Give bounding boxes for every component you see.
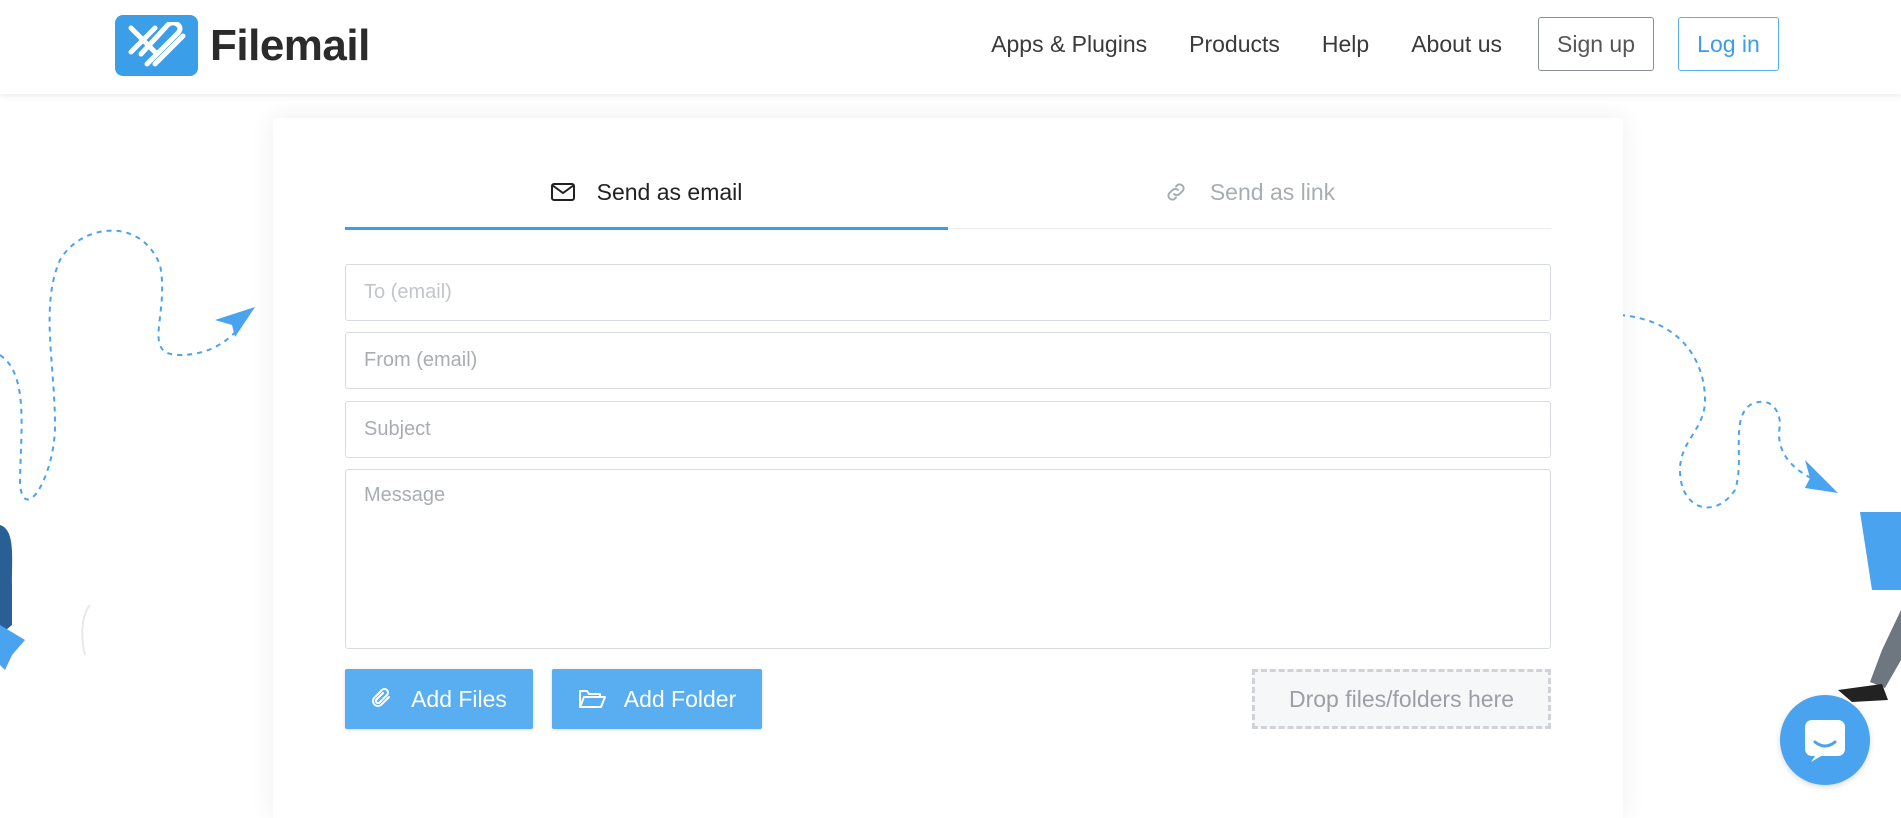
drop-zone[interactable]: Drop files/folders here [1252,669,1551,729]
envelope-icon [550,183,575,201]
right-paper-plane-illustration [1620,314,1901,702]
add-files-button[interactable]: Add Files [345,669,533,729]
tab-send-as-link[interactable]: Send as link [948,156,1551,228]
login-button[interactable]: Log in [1678,17,1779,71]
add-folder-button[interactable]: Add Folder [552,669,762,729]
top-header: Filemail Apps & Plugins Products Help Ab… [0,0,1901,94]
filemail-logo-icon [115,15,198,76]
tab-send-as-email[interactable]: Send as email [345,156,948,230]
signup-button[interactable]: Sign up [1538,17,1654,71]
tab-label: Send as email [596,178,743,205]
brand-name: Filemail [210,20,370,70]
to-email-input[interactable] [345,264,1551,321]
paperclip-icon [372,687,391,707]
add-folder-label: Add Folder [623,685,737,712]
folder-open-icon [578,690,606,708]
add-files-label: Add Files [411,685,507,712]
message-textarea[interactable] [345,469,1551,649]
nav-about-us[interactable]: About us [1411,16,1502,72]
send-mode-tabs: Send as email Send as link [345,156,1551,230]
main-nav: Apps & Plugins Products Help About us Si… [991,16,1779,72]
nav-apps-plugins[interactable]: Apps & Plugins [991,16,1147,72]
tab-label: Send as link [1209,178,1336,205]
nav-help[interactable]: Help [1322,16,1369,72]
chat-icon [1805,720,1845,762]
from-email-input[interactable] [345,332,1551,389]
chat-launcher-button[interactable] [1780,695,1870,785]
nav-products[interactable]: Products [1189,16,1280,72]
link-icon [1167,183,1185,201]
left-paper-plane-illustration [0,229,255,670]
subject-input[interactable] [345,401,1551,458]
logo[interactable]: Filemail [115,15,370,76]
transfer-card: Send as email Send as link Add Files Add… [273,118,1623,818]
